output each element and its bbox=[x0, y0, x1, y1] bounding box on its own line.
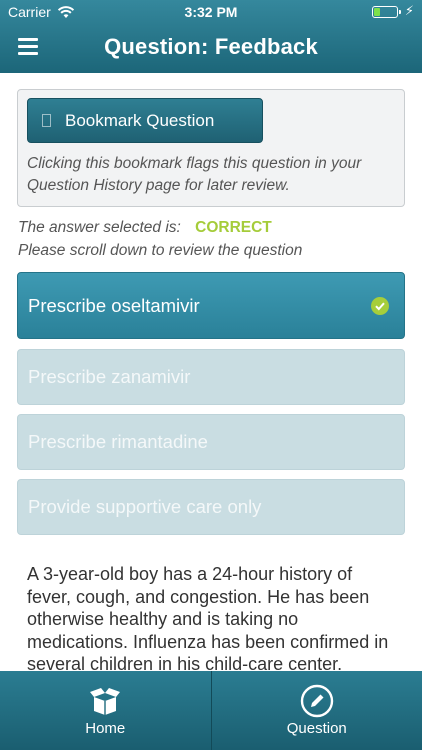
answer-option-1[interactable]: Prescribe oseltamivir bbox=[17, 272, 405, 339]
status-bar: Carrier 3:32 PM ⚡ bbox=[0, 0, 422, 24]
bookmark-question-button[interactable]: Bookmark Question bbox=[27, 98, 263, 143]
check-circle-icon bbox=[371, 296, 389, 315]
status-time: 3:32 PM bbox=[184, 4, 238, 20]
bookmark-panel: Bookmark Question Clicking this bookmark… bbox=[17, 89, 405, 207]
nav-bar: Question: Feedback bbox=[0, 24, 422, 73]
tab-question-label: Question bbox=[286, 720, 347, 737]
bookmark-note: Clicking this bookmark flags this questi… bbox=[27, 155, 362, 194]
answer-option-label: Provide supportive care only bbox=[28, 496, 262, 517]
bookmark-button-label: Bookmark Question bbox=[65, 110, 215, 130]
scroll-hint: Please scroll down to review the questio… bbox=[18, 242, 303, 259]
bottom-tab-bar: Home Question bbox=[0, 671, 422, 750]
answer-option-4[interactable]: Provide supportive care only bbox=[17, 479, 405, 535]
answer-result-label: The answer selected is: bbox=[18, 219, 181, 236]
answer-status-badge: CORRECT bbox=[195, 219, 272, 236]
answer-result-line: The answer selected is: CORRECT bbox=[18, 219, 272, 237]
app-header: Carrier 3:32 PM ⚡ Question: Feedback bbox=[0, 0, 422, 73]
tab-home-label: Home bbox=[85, 720, 126, 737]
answer-option-3[interactable]: Prescribe rimantadine bbox=[17, 414, 405, 470]
answer-option-2[interactable]: Prescribe zanamivir bbox=[17, 349, 405, 405]
answer-option-label: Prescribe rimantadine bbox=[28, 431, 208, 452]
tab-question[interactable]: Question bbox=[210, 671, 422, 750]
battery-icon bbox=[372, 6, 401, 18]
tab-home[interactable]: Home bbox=[0, 671, 211, 750]
page-title: Question: Feedback bbox=[104, 34, 318, 59]
open-box-icon bbox=[90, 688, 121, 715]
charging-bolt-icon: ⚡ bbox=[404, 3, 414, 18]
answer-option-label: Prescribe zanamivir bbox=[28, 366, 191, 387]
answer-option-label: Prescribe oseltamivir bbox=[28, 294, 200, 316]
pencil-circle-icon bbox=[300, 684, 333, 718]
question-stem: A 3-year-old boy has a 24-hour history o… bbox=[27, 564, 389, 674]
battery-level bbox=[374, 8, 380, 16]
bookmark-icon bbox=[42, 114, 51, 127]
